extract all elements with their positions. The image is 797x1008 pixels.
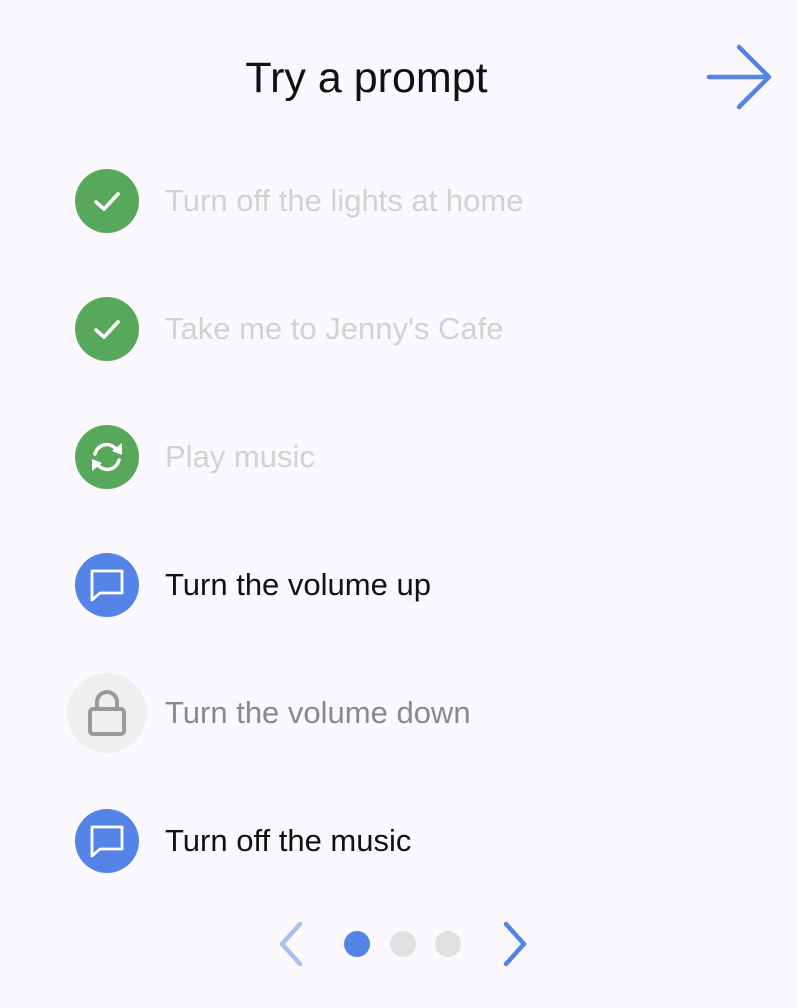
refresh-icon bbox=[92, 442, 122, 472]
prompt-label: Turn off the lights at home bbox=[165, 183, 524, 218]
available-badge bbox=[75, 553, 139, 617]
next-arrow-button[interactable] bbox=[704, 42, 774, 112]
check-icon bbox=[94, 320, 120, 339]
page-title: Try a prompt bbox=[245, 54, 488, 102]
next-page-button[interactable] bbox=[494, 918, 534, 970]
locked-badge bbox=[67, 673, 147, 753]
prompt-item-music-off[interactable]: Turn off the music bbox=[66, 800, 666, 882]
chat-bubble-icon bbox=[90, 569, 124, 602]
chat-bubble-icon bbox=[90, 825, 124, 858]
in-progress-badge bbox=[75, 425, 139, 489]
prompt-label: Take me to Jenny's Cafe bbox=[165, 311, 504, 346]
pagination bbox=[0, 918, 797, 970]
completed-badge bbox=[75, 169, 139, 233]
prompt-item-volume-down: Turn the volume down bbox=[66, 672, 666, 754]
completed-badge bbox=[75, 297, 139, 361]
prompt-label: Turn the volume down bbox=[165, 695, 471, 730]
prompt-item-lights-off[interactable]: Turn off the lights at home bbox=[66, 160, 666, 242]
lock-icon bbox=[88, 690, 126, 736]
chevron-right-icon bbox=[503, 921, 527, 967]
chevron-left-icon bbox=[279, 921, 303, 967]
prompt-item-play-music[interactable]: Play music bbox=[66, 416, 666, 498]
page-dot-3[interactable] bbox=[435, 931, 461, 957]
page-dot-1[interactable] bbox=[344, 931, 370, 957]
prompt-item-jennys-cafe[interactable]: Take me to Jenny's Cafe bbox=[66, 288, 666, 370]
page-dot-2[interactable] bbox=[390, 931, 416, 957]
arrow-right-icon bbox=[706, 44, 772, 110]
prompt-label: Play music bbox=[165, 439, 315, 474]
check-icon bbox=[94, 192, 120, 211]
prompt-item-volume-up[interactable]: Turn the volume up bbox=[66, 544, 666, 626]
prompt-label: Turn the volume up bbox=[165, 567, 431, 602]
previous-page-button[interactable] bbox=[272, 918, 312, 970]
available-badge bbox=[75, 809, 139, 873]
prompt-label: Turn off the music bbox=[165, 823, 412, 858]
